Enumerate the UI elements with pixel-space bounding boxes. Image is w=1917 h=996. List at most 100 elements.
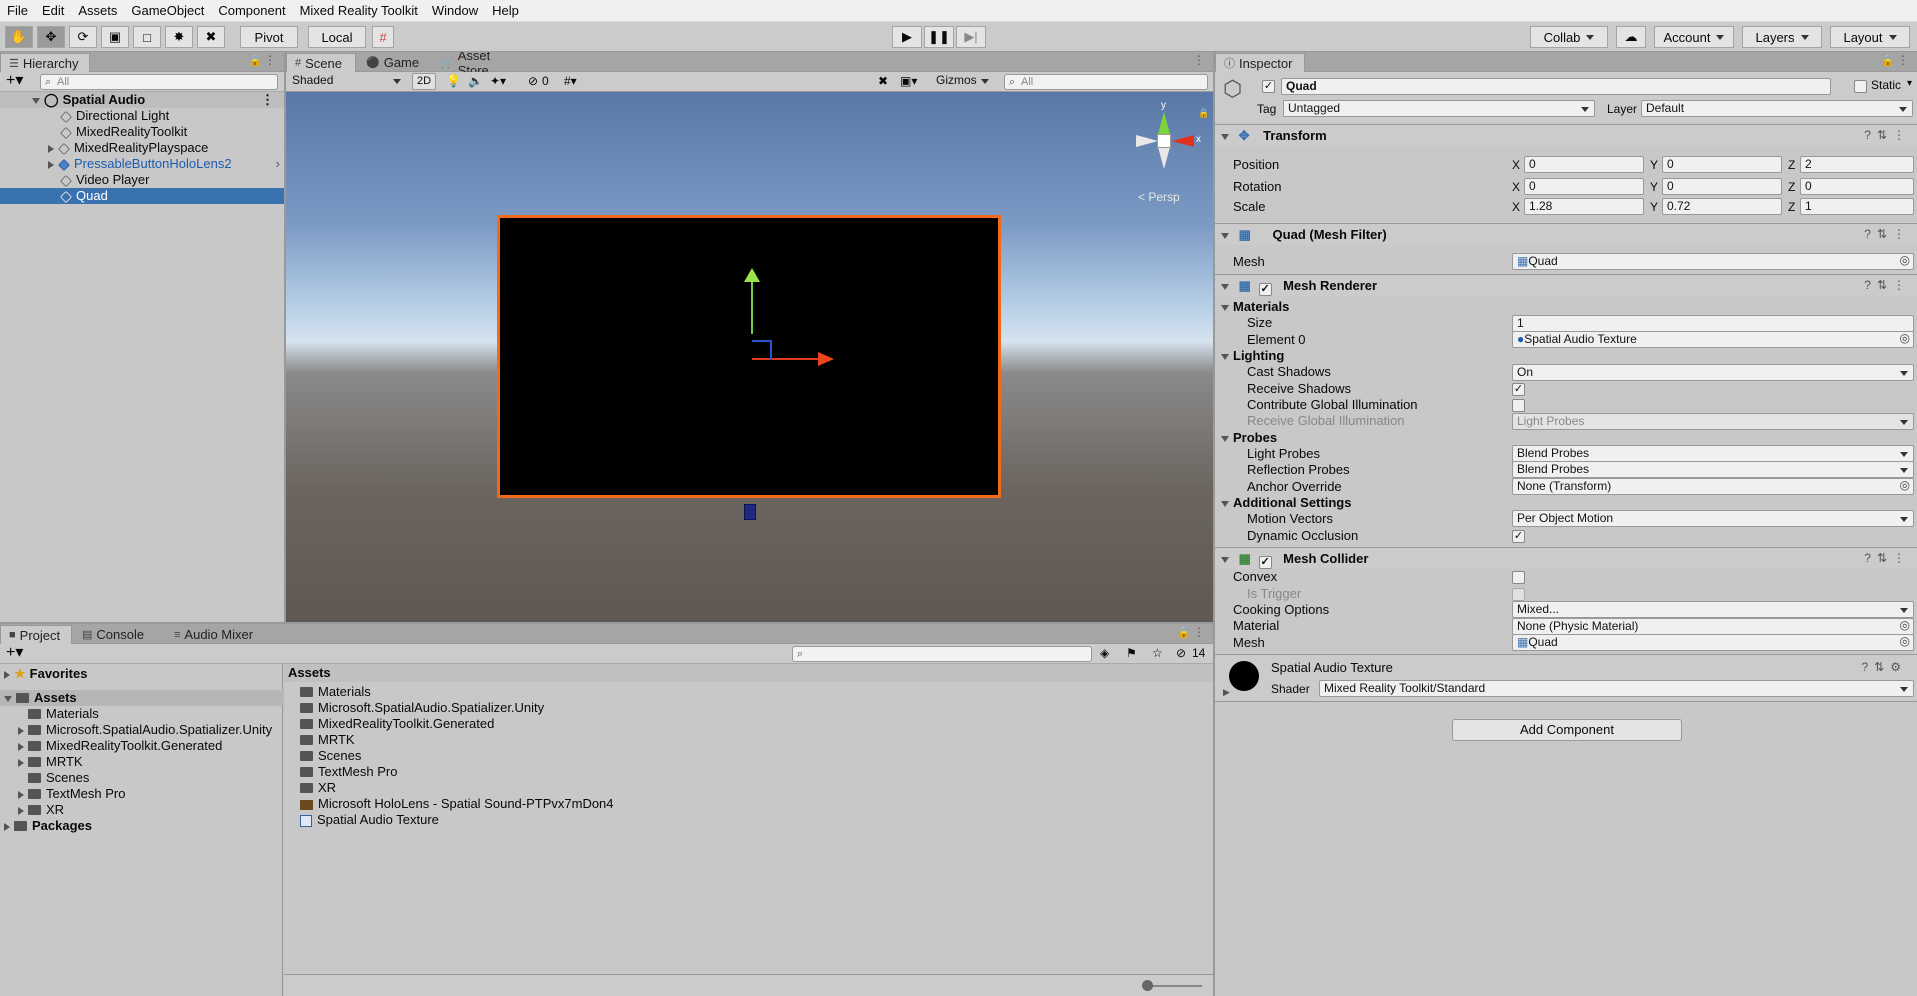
- add-icon[interactable]: +▾: [6, 72, 23, 90]
- collider-mesh-field[interactable]: ▦Quad: [1512, 634, 1914, 651]
- chevron-right-icon[interactable]: ›: [276, 156, 280, 172]
- rotation-y-input[interactable]: 0: [1662, 178, 1782, 195]
- menu-assets[interactable]: Assets: [71, 0, 124, 22]
- hierarchy-search-input[interactable]: All: [40, 74, 278, 90]
- tree-folder[interactable]: TextMesh Pro: [0, 786, 284, 802]
- move-tool-button[interactable]: ✥: [37, 26, 65, 48]
- menu-edit[interactable]: Edit: [35, 0, 71, 22]
- favorites-row[interactable]: ★ Favorites: [0, 666, 284, 682]
- scale-x-input[interactable]: 1.28: [1524, 198, 1644, 215]
- scene-orientation-gizmo[interactable]: y x 🔒: [1134, 100, 1209, 178]
- account-dropdown[interactable]: Account: [1654, 26, 1734, 48]
- hierarchy-item[interactable]: MixedRealityPlayspace: [0, 140, 284, 156]
- tab-console[interactable]: ▤ Console: [74, 625, 160, 644]
- lock-icon[interactable]: 🔒: [248, 54, 262, 67]
- file-item[interactable]: Materials: [284, 684, 884, 700]
- grid-snap-button[interactable]: #: [372, 26, 394, 48]
- collab-dropdown[interactable]: Collab: [1530, 26, 1608, 48]
- menu-component[interactable]: Component: [211, 0, 292, 22]
- gizmo-lock-icon[interactable]: 🔒: [1198, 108, 1209, 119]
- mesh-renderer-header[interactable]: ▦ ✓ Mesh Renderer ?⇅⋮: [1215, 274, 1917, 296]
- tab-project[interactable]: ■ Project: [0, 625, 72, 644]
- gizmos-dropdown[interactable]: Gizmos: [932, 73, 994, 90]
- gizmo-center-cube[interactable]: [1157, 134, 1171, 148]
- filter-label-icon[interactable]: ⚑: [1126, 646, 1137, 660]
- transform-tool-button[interactable]: ✸: [165, 26, 193, 48]
- expand-arrow-icon[interactable]: [4, 695, 12, 702]
- scene-viewport[interactable]: y x 🔒 < Persp: [286, 92, 1213, 622]
- tree-folder[interactable]: XR: [0, 802, 284, 818]
- object-name-input[interactable]: Quad: [1281, 78, 1831, 95]
- tree-folder[interactable]: Microsoft.SpatialAudio.Spatializer.Unity: [0, 722, 284, 738]
- effects-icon[interactable]: ✦▾: [490, 74, 506, 88]
- menu-mixed-reality-toolkit[interactable]: Mixed Reality Toolkit: [293, 0, 425, 22]
- hand-tool-button[interactable]: ✋: [5, 26, 33, 48]
- convex-checkbox[interactable]: [1512, 571, 1525, 584]
- file-item[interactable]: TextMesh Pro: [284, 764, 884, 780]
- foldout-arrow-icon[interactable]: [1221, 304, 1229, 311]
- create-icon[interactable]: +▾: [6, 644, 23, 662]
- rect-tool-button[interactable]: □: [133, 26, 161, 48]
- expand-arrow-icon[interactable]: [48, 160, 54, 169]
- tab-asset-store[interactable]: 🛒 Asset Store: [432, 52, 532, 78]
- cloud-button[interactable]: ☁: [1616, 26, 1646, 48]
- foldout-arrow-icon[interactable]: [1221, 556, 1229, 563]
- mesh-filter-header[interactable]: ▦ Quad (Mesh Filter) ?⇅⋮: [1215, 223, 1917, 245]
- position-x-input[interactable]: 0: [1524, 156, 1644, 173]
- expand-arrow-icon[interactable]: [32, 97, 40, 104]
- quad-object[interactable]: [497, 215, 1001, 498]
- file-item[interactable]: Spatial Audio Texture: [284, 812, 884, 828]
- transform-header[interactable]: ✥ Transform ?⇅⋮: [1215, 124, 1917, 146]
- expand-arrow-icon[interactable]: [4, 670, 10, 679]
- splitter-vertical-right[interactable]: [1213, 52, 1215, 996]
- active-checkbox[interactable]: ✓: [1262, 80, 1275, 93]
- audio-icon[interactable]: 🔈: [468, 74, 483, 88]
- expand-arrow-icon[interactable]: [18, 806, 24, 815]
- reflection-probes-dropdown[interactable]: Blend Probes: [1512, 461, 1914, 478]
- mesh-renderer-enabled-checkbox[interactable]: ✓: [1258, 283, 1272, 296]
- gizmo-x-cone[interactable]: [1172, 135, 1194, 147]
- tree-folder[interactable]: MRTK: [0, 754, 284, 770]
- component-header-icons[interactable]: ?⇅⋮: [1864, 548, 1911, 569]
- tab-hierarchy[interactable]: ☰ Hierarchy: [0, 53, 90, 72]
- expand-arrow-icon[interactable]: [18, 758, 24, 767]
- rotation-x-input[interactable]: 0: [1524, 178, 1644, 195]
- audio-source-icon[interactable]: [744, 504, 756, 520]
- component-header-icons[interactable]: ?⇅⋮: [1864, 224, 1911, 245]
- scene-menu-icon[interactable]: ⋮: [261, 92, 274, 108]
- menu-file[interactable]: File: [0, 0, 35, 22]
- tree-folder[interactable]: MixedRealityToolkit.Generated: [0, 738, 284, 754]
- mesh-field[interactable]: ▦Quad: [1512, 253, 1914, 270]
- perspective-label[interactable]: < Persp: [1138, 190, 1180, 204]
- hierarchy-item[interactable]: Directional Light: [0, 108, 284, 124]
- hidden-packages-icon[interactable]: ⊘: [1176, 646, 1186, 660]
- mesh-collider-header[interactable]: ▦ ✓ Mesh Collider ?⇅⋮: [1215, 547, 1917, 569]
- x-arrow-icon[interactable]: [818, 352, 834, 366]
- gizmo-y-cone[interactable]: [1158, 112, 1170, 134]
- position-y-input[interactable]: 0: [1662, 156, 1782, 173]
- hierarchy-item-prefab[interactable]: PressableButtonHoloLens2 ›: [0, 156, 284, 172]
- layout-dropdown[interactable]: Layout: [1830, 26, 1910, 48]
- favorite-star-icon[interactable]: ☆: [1152, 646, 1163, 660]
- layers-dropdown[interactable]: Layers: [1742, 26, 1822, 48]
- foldout-arrow-icon[interactable]: [1221, 283, 1229, 290]
- foldout-arrow-icon[interactable]: [1221, 500, 1229, 507]
- static-checkbox[interactable]: [1854, 80, 1867, 93]
- gizmo-neg-x-cone[interactable]: [1136, 135, 1158, 147]
- kebab-menu-icon[interactable]: ⋮: [1193, 53, 1205, 67]
- tools-icon[interactable]: ✖: [878, 74, 888, 88]
- file-item[interactable]: Scenes: [284, 748, 884, 764]
- camera-icon[interactable]: ▣▾: [900, 74, 917, 88]
- zoom-slider-track[interactable]: [1146, 985, 1202, 987]
- y-arrow-icon[interactable]: [744, 268, 760, 282]
- dynamic-occlusion-checkbox[interactable]: ✓: [1512, 530, 1525, 543]
- file-item[interactable]: MRTK: [284, 732, 884, 748]
- file-item[interactable]: MixedRealityToolkit.Generated: [284, 716, 884, 732]
- kebab-menu-icon[interactable]: ⋮: [264, 53, 276, 67]
- hierarchy-item[interactable]: MixedRealityToolkit: [0, 124, 284, 140]
- tab-inspector[interactable]: ⓘ Inspector: [1215, 53, 1305, 72]
- tree-folder[interactable]: Scenes: [0, 770, 284, 786]
- lock-icon[interactable]: 🔒: [1177, 626, 1191, 639]
- layer-dropdown[interactable]: Default: [1641, 100, 1913, 117]
- zoom-slider-thumb[interactable]: [1142, 980, 1153, 991]
